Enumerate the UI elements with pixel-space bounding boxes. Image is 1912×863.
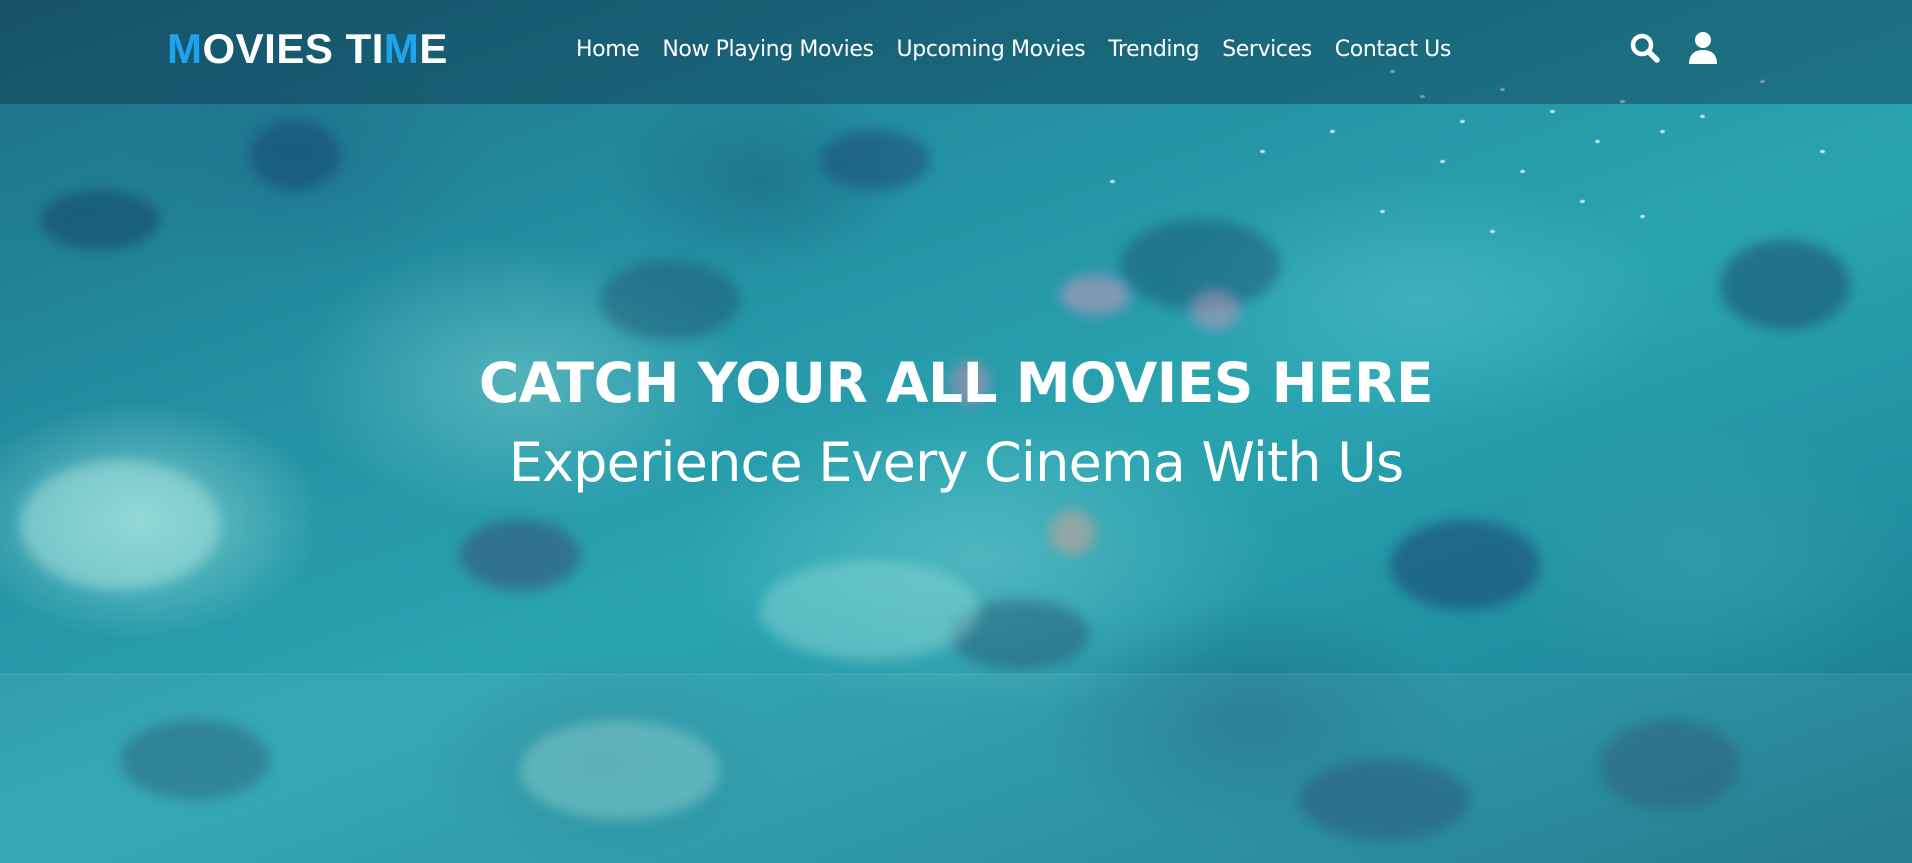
nav-link-services[interactable]: Services bbox=[1222, 33, 1312, 67]
hero-section: CATCH YOUR ALL MOVIES HERE Experience Ev… bbox=[0, 343, 1912, 503]
nav-menu: Home Now Playing Movies Upcoming Movies … bbox=[576, 33, 1474, 67]
nav-link-contact[interactable]: Contact Us bbox=[1335, 33, 1452, 67]
hero-subtitle: Experience Every Cinema With Us bbox=[508, 431, 1404, 494]
nav-link-now-playing[interactable]: Now Playing Movies bbox=[662, 33, 874, 67]
logo-letter-accent: M bbox=[383, 25, 420, 72]
nav-link-home[interactable]: Home bbox=[576, 33, 640, 67]
search-button[interactable] bbox=[1628, 30, 1662, 66]
logo-text: OVIES TI bbox=[202, 25, 384, 72]
nav-actions bbox=[1628, 30, 1744, 66]
logo-text-end: E bbox=[419, 25, 448, 72]
logo-letter-accent: M bbox=[167, 25, 203, 72]
user-icon bbox=[1689, 32, 1717, 64]
hero-title: CATCH YOUR ALL MOVIES HERE bbox=[478, 351, 1434, 415]
lower-overlay bbox=[0, 675, 1912, 863]
site-logo[interactable]: MOVIES TIME bbox=[167, 23, 448, 75]
user-account-button[interactable] bbox=[1686, 30, 1720, 66]
nav-link-trending[interactable]: Trending bbox=[1108, 33, 1199, 67]
search-icon bbox=[1630, 33, 1660, 63]
nav-link-upcoming[interactable]: Upcoming Movies bbox=[897, 33, 1086, 67]
navbar: MOVIES TIME Home Now Playing Movies Upco… bbox=[0, 0, 1912, 100]
